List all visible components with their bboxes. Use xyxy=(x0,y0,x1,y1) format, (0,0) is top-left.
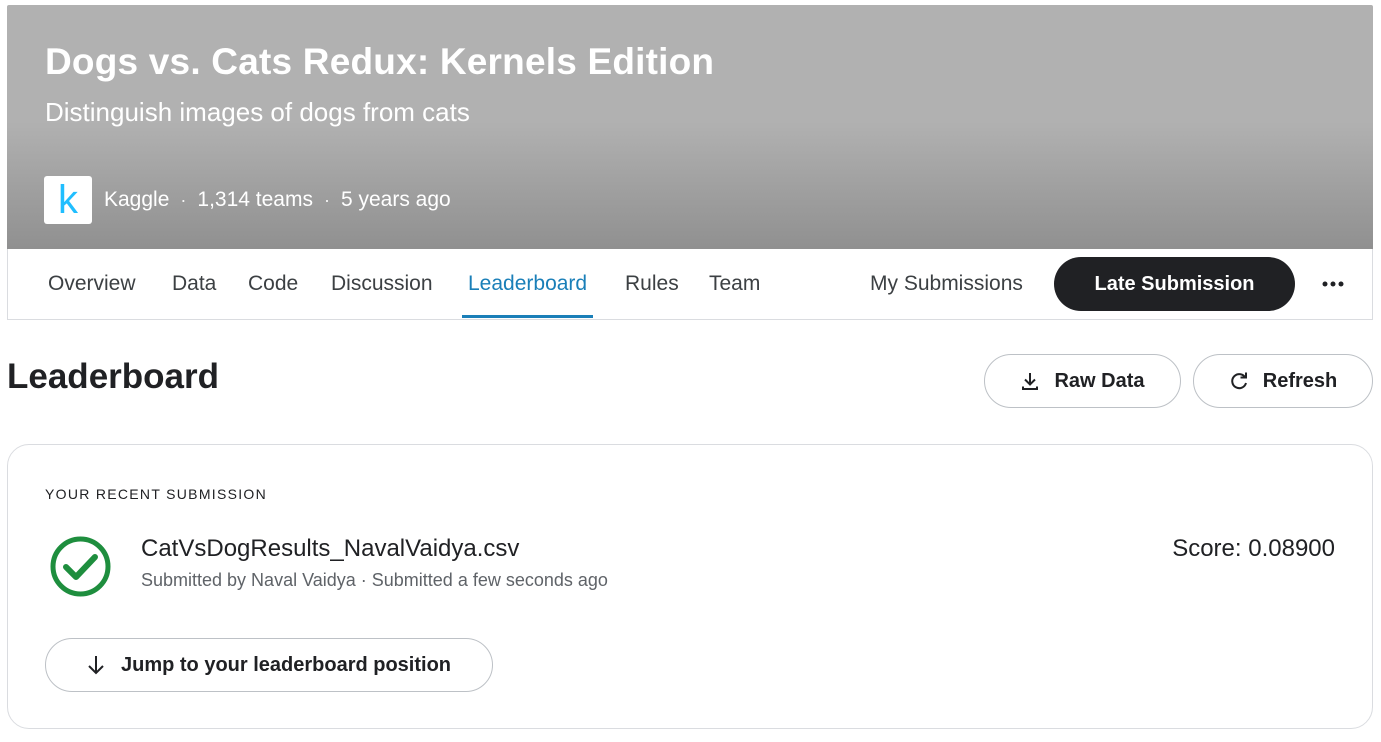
separator-dot: · xyxy=(180,189,187,210)
jump-to-position-button[interactable]: Jump to your leaderboard position xyxy=(45,638,493,692)
submission-file-name: CatVsDogResults_NavalVaidya.csv xyxy=(141,535,520,562)
competition-title: Dogs vs. Cats Redux: Kernels Edition xyxy=(45,41,715,82)
submission-meta: Submitted by Naval Vaidya · Submitted a … xyxy=(141,570,608,590)
arrow-down-icon xyxy=(88,656,104,675)
tab-rules[interactable]: Rules xyxy=(625,249,679,319)
tab-overview[interactable]: Overview xyxy=(48,249,136,319)
tab-data[interactable]: Data xyxy=(172,249,216,319)
host-meta: Kaggle · 1,314 teams · 5 years ago xyxy=(104,188,451,212)
page-title: Leaderboard xyxy=(7,357,219,396)
submission-score: Score: 0.08900 xyxy=(1172,535,1335,562)
tab-leaderboard[interactable]: Leaderboard xyxy=(461,249,594,319)
jump-label: Jump to your leaderboard position xyxy=(120,653,452,676)
raw-data-button[interactable]: Raw Data xyxy=(984,354,1181,408)
competition-age: 5 years ago xyxy=(340,188,451,211)
my-submissions-link[interactable]: My Submissions xyxy=(870,249,1023,319)
competition-header: Dogs vs. Cats Redux: Kernels Edition Dis… xyxy=(7,5,1373,249)
tab-team[interactable]: Team xyxy=(709,249,760,319)
competition-tab-bar: Overview Data Code Discussion Leaderboar… xyxy=(7,249,1373,320)
download-icon xyxy=(1022,373,1039,390)
tab-discussion[interactable]: Discussion xyxy=(331,249,433,319)
late-submission-button[interactable]: Late Submission xyxy=(1054,257,1295,311)
section-label: YOUR RECENT SUBMISSION xyxy=(45,486,268,502)
tab-code[interactable]: Code xyxy=(248,249,298,319)
kaggle-logo-icon[interactable]: k xyxy=(44,176,92,224)
recent-submission-card: YOUR RECENT SUBMISSION CatVsDogResults_N… xyxy=(7,444,1373,729)
refresh-button[interactable]: Refresh xyxy=(1193,354,1373,408)
raw-data-label: Raw Data xyxy=(1054,369,1145,392)
check-circle-icon xyxy=(50,536,111,597)
host-info: k Kaggle · 1,314 teams · 5 years ago xyxy=(44,176,451,224)
refresh-icon xyxy=(1231,372,1247,390)
separator-dot: · xyxy=(323,189,330,210)
refresh-label: Refresh xyxy=(1262,369,1338,392)
more-horizontal-icon[interactable] xyxy=(1318,269,1348,299)
team-count: 1,314 teams xyxy=(197,188,313,211)
host-name[interactable]: Kaggle xyxy=(104,188,169,212)
competition-subtitle: Distinguish images of dogs from cats xyxy=(45,97,470,127)
